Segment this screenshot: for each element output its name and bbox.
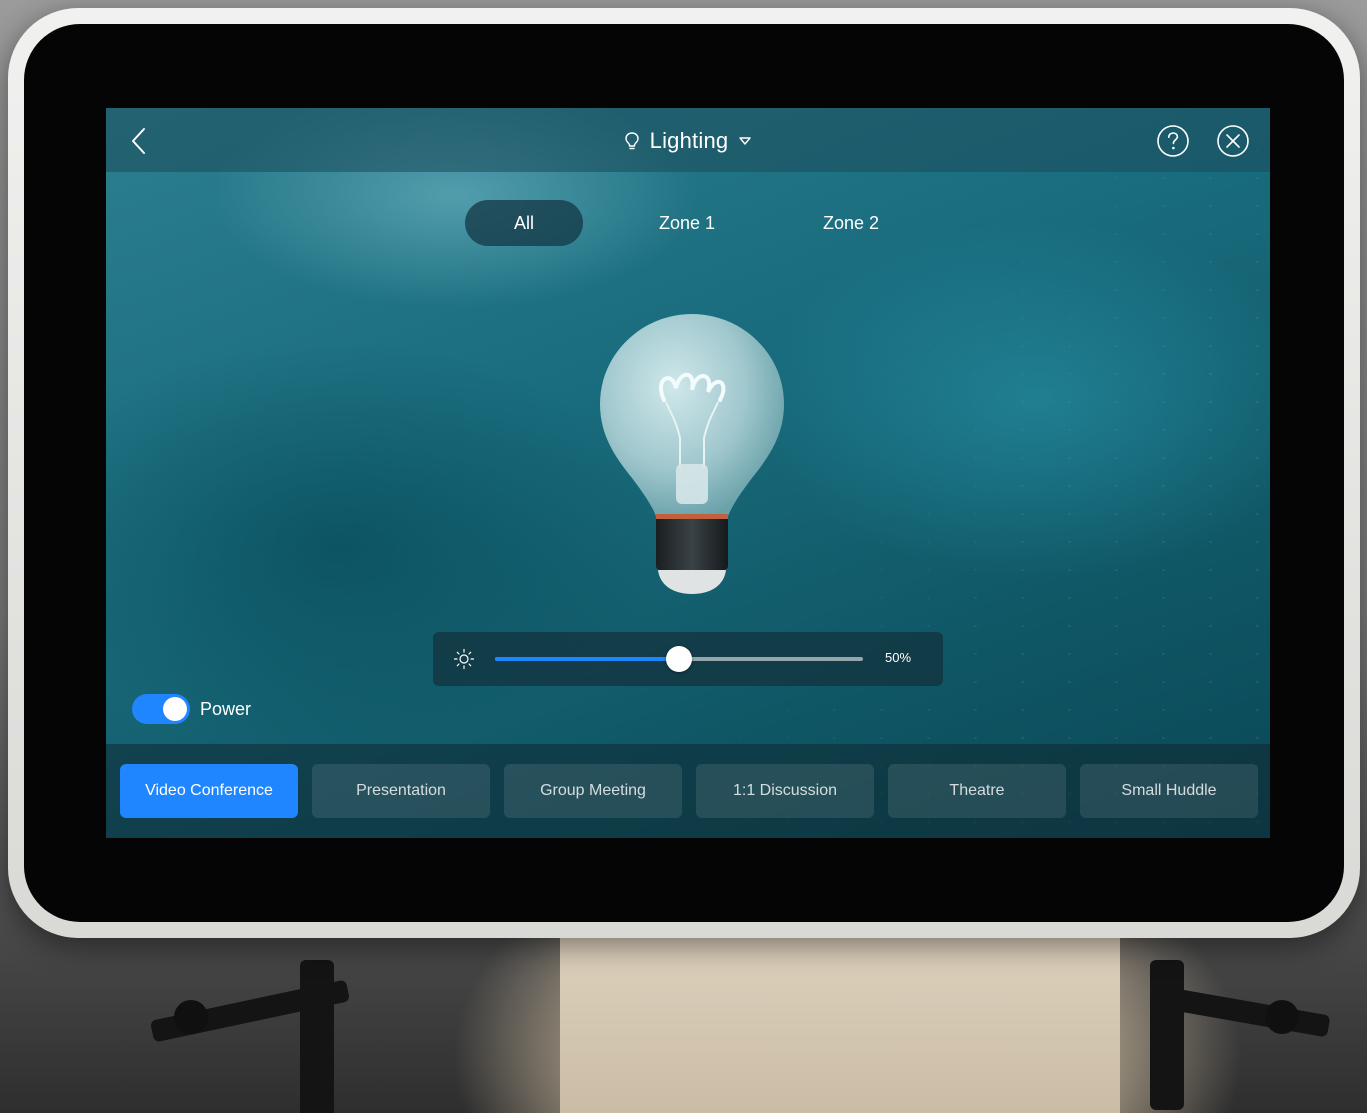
scene-bar: Video Conference Presentation Group Meet… bbox=[106, 744, 1270, 838]
lightbulb-icon bbox=[624, 132, 639, 150]
close-button[interactable] bbox=[1216, 124, 1250, 158]
power-label: Power bbox=[200, 698, 252, 719]
scene-group-meeting[interactable]: Group Meeting bbox=[504, 764, 682, 818]
scene-one-on-one-discussion[interactable]: 1:1 Discussion bbox=[696, 764, 874, 818]
sun-icon bbox=[453, 648, 475, 670]
page-title: Lighting bbox=[649, 128, 729, 153]
page-title-dropdown[interactable]: Lighting bbox=[106, 124, 1270, 158]
close-circle-icon bbox=[1217, 125, 1249, 157]
power-toggle[interactable] bbox=[132, 694, 190, 724]
scene-presentation[interactable]: Presentation bbox=[312, 764, 490, 818]
brightness-slider-fill bbox=[495, 657, 679, 661]
tab-zone-1[interactable]: Zone 1 bbox=[628, 200, 746, 246]
chair-wheel bbox=[174, 1000, 208, 1034]
brightness-slider-thumb[interactable] bbox=[666, 646, 692, 672]
brightness-slider[interactable] bbox=[495, 646, 863, 672]
power-control: Power bbox=[132, 694, 251, 724]
tab-zone-2[interactable]: Zone 2 bbox=[792, 200, 910, 246]
lightbulb-illustration bbox=[600, 314, 784, 594]
power-toggle-knob bbox=[163, 697, 187, 721]
scene-video-conference[interactable]: Video Conference bbox=[120, 764, 298, 818]
scene-small-huddle[interactable]: Small Huddle bbox=[1080, 764, 1258, 818]
help-circle-icon bbox=[1157, 125, 1189, 157]
scene-theatre[interactable]: Theatre bbox=[888, 764, 1066, 818]
lighting-screen: Lighting All Zone 1 Zone 2 50% Power Vid… bbox=[106, 108, 1270, 838]
brightness-value: 50% bbox=[885, 650, 912, 665]
zone-tabs: All Zone 1 Zone 2 bbox=[106, 200, 1270, 246]
chair-leg bbox=[1150, 960, 1184, 1110]
triangle-down-icon bbox=[739, 137, 752, 145]
brightness-control: 50% bbox=[433, 632, 943, 686]
help-button[interactable] bbox=[1156, 124, 1190, 158]
header-bar: Lighting bbox=[106, 108, 1270, 172]
tab-all[interactable]: All bbox=[465, 200, 583, 246]
chair-wheel bbox=[1265, 1000, 1299, 1034]
